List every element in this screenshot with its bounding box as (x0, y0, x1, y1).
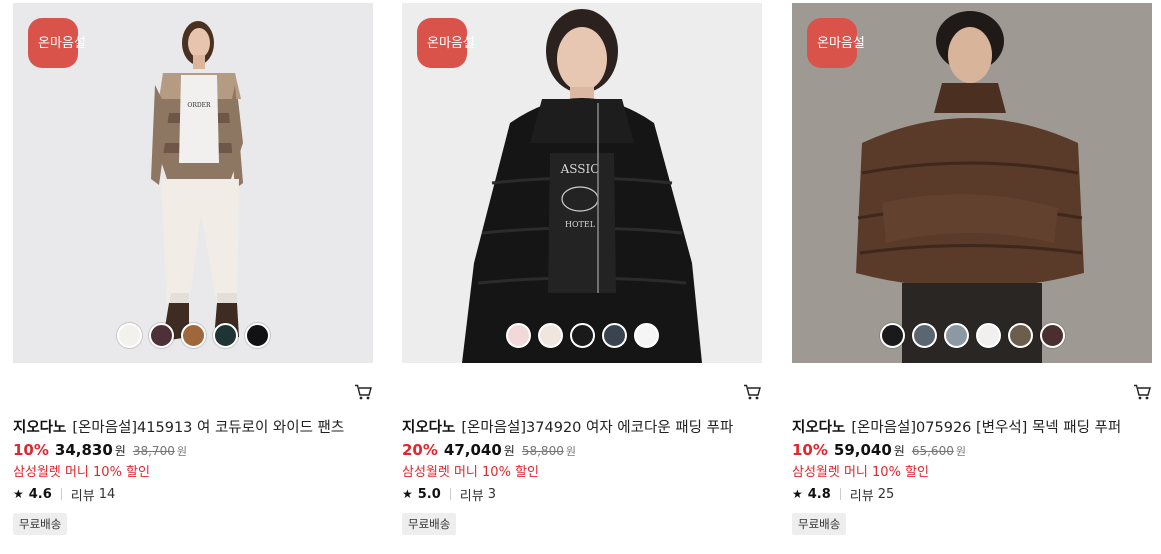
currency: 원 (114, 444, 126, 458)
color-swatch-3[interactable] (180, 323, 206, 348)
discount-rate: 20% (402, 441, 438, 459)
original-currency: 원 (176, 445, 187, 458)
svg-text:ASSIC: ASSIC (560, 162, 600, 176)
discount-rate: 10% (13, 441, 49, 459)
promo-badge: 온마음설 (417, 18, 475, 68)
review-label: 리뷰 (459, 488, 484, 504)
price-row: 20% 47,040 원 58,800 원 (402, 441, 576, 463)
color-swatch-4[interactable] (601, 323, 627, 348)
price-row: 10% 59,040 원 65,600 원 (792, 441, 966, 463)
sale-price: 47,040 (443, 441, 502, 459)
product-name: [온마음설]415913 여 코듀로이 와이드 팬츠 (72, 420, 345, 436)
svg-text:ORDER: ORDER (187, 102, 211, 109)
brand-name: 지오다노 (13, 420, 67, 436)
color-swatch-3[interactable] (569, 323, 595, 348)
product-image[interactable]: ORDER 온마음설 (13, 3, 373, 363)
price-row: 10% 34,830 원 38,700 원 (13, 441, 187, 463)
rating-score: 4.8 (807, 486, 831, 502)
color-swatch-5[interactable] (244, 323, 270, 348)
divider (449, 488, 451, 500)
promo-badge: 온마음설 (28, 18, 86, 68)
review-row: ★ 4.8 리뷰 25 (792, 484, 894, 504)
color-swatch-1[interactable] (879, 323, 905, 348)
color-swatch-4[interactable] (975, 323, 1001, 348)
free-shipping-tag: 무료배송 (402, 513, 457, 535)
divider (839, 488, 841, 500)
color-swatch-2[interactable] (148, 323, 174, 348)
color-swatch-1[interactable] (116, 323, 142, 348)
brand-name: 지오다노 (402, 420, 456, 436)
color-swatch-5[interactable] (633, 323, 659, 348)
original-price: 65,600 (911, 444, 954, 458)
original-price: 58,800 (521, 444, 564, 458)
original-currency: 원 (565, 445, 576, 458)
color-swatch-5[interactable] (1007, 323, 1033, 348)
color-swatches (792, 323, 1152, 349)
review-count: 14 (98, 486, 116, 502)
currency: 원 (503, 444, 515, 458)
star-icon: ★ (792, 487, 803, 501)
product-image[interactable]: ASSIC HOTEL 온마음설 (402, 3, 762, 363)
product-card[interactable]: 온마음설 지오다노 [온마음설]075926 [변우석] 목넥 패딩 푸퍼 10%… (792, 3, 1152, 551)
product-grid: ORDER 온마음설 지오다노 [온마음설]415913 여 코듀로이 와이드 … (0, 0, 1161, 554)
color-swatch-3[interactable] (943, 323, 969, 348)
sale-price: 34,830 (54, 441, 113, 459)
rating-score: 5.0 (417, 486, 441, 502)
svg-text:HOTEL: HOTEL (565, 220, 596, 229)
review-row: ★ 5.0 리뷰 3 (402, 484, 496, 504)
product-card[interactable]: ASSIC HOTEL 온마음설 지오다노 [온마음설]374920 여자 에코다… (402, 3, 762, 551)
original-price: 38,700 (132, 444, 175, 458)
sale-price: 59,040 (833, 441, 892, 459)
color-swatches (13, 323, 373, 349)
free-shipping-tag: 무료배송 (13, 513, 68, 535)
color-swatch-1[interactable] (505, 323, 531, 348)
review-label: 리뷰 (849, 488, 874, 504)
rating-score: 4.6 (28, 486, 52, 502)
product-title[interactable]: 지오다노 [온마음설]075926 [변우석] 목넥 패딩 푸퍼 (792, 416, 1152, 438)
color-swatch-2[interactable] (911, 323, 937, 348)
review-label: 리뷰 (70, 488, 95, 504)
star-icon: ★ (13, 487, 24, 501)
cart-icon[interactable] (353, 383, 373, 401)
promo-badge: 온마음설 (807, 18, 865, 68)
review-count: 3 (487, 486, 496, 502)
original-currency: 원 (955, 445, 966, 458)
color-swatches (402, 323, 762, 349)
review-row: ★ 4.6 리뷰 14 (13, 484, 115, 504)
product-title[interactable]: 지오다노 [온마음설]415913 여 코듀로이 와이드 팬츠 (13, 416, 373, 438)
cart-icon[interactable] (742, 383, 762, 401)
product-title[interactable]: 지오다노 [온마음설]374920 여자 에코다운 패딩 푸파 (402, 416, 762, 438)
cart-icon[interactable] (1132, 383, 1152, 401)
brand-name: 지오다노 (792, 420, 846, 436)
review-count: 25 (877, 486, 895, 502)
free-shipping-tag: 무료배송 (792, 513, 847, 535)
discount-rate: 10% (792, 441, 828, 459)
divider (60, 488, 62, 500)
product-name: [온마음설]075926 [변우석] 목넥 패딩 푸퍼 (851, 420, 1122, 436)
color-swatch-6[interactable] (1039, 323, 1065, 348)
promo-text: 삼성월렛 머니 10% 할인 (792, 465, 929, 480)
currency: 원 (893, 444, 905, 458)
product-image[interactable]: 온마음설 (792, 3, 1152, 363)
color-swatch-4[interactable] (212, 323, 238, 348)
star-icon: ★ (402, 487, 413, 501)
promo-text: 삼성월렛 머니 10% 할인 (13, 465, 150, 480)
promo-text: 삼성월렛 머니 10% 할인 (402, 465, 539, 480)
product-card[interactable]: ORDER 온마음설 지오다노 [온마음설]415913 여 코듀로이 와이드 … (13, 3, 373, 551)
product-name: [온마음설]374920 여자 에코다운 패딩 푸파 (461, 420, 734, 436)
color-swatch-2[interactable] (537, 323, 563, 348)
